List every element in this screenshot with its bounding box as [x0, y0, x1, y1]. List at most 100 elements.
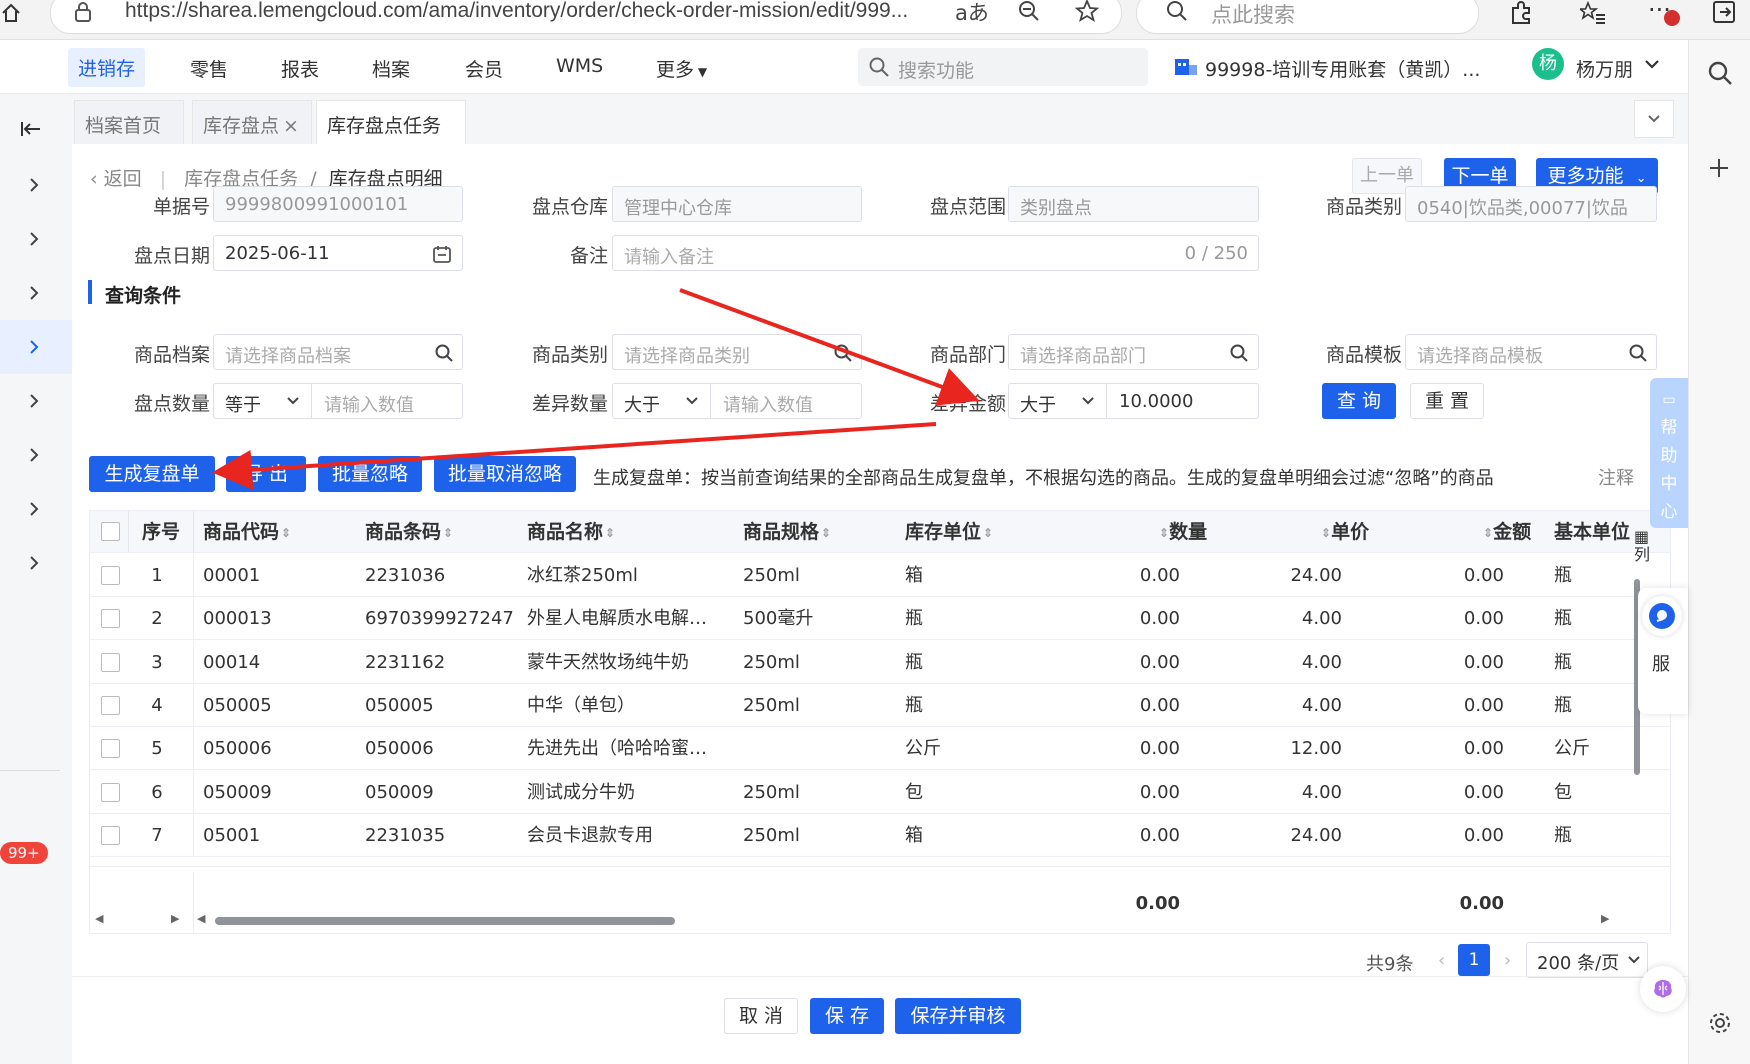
col-header-barcode[interactable]: 商品条码 ⇕ [365, 511, 453, 553]
row-checkbox[interactable] [101, 782, 120, 802]
page-size-select[interactable]: 200 条/页 [1526, 942, 1648, 978]
chevron-down-icon[interactable] [1644, 56, 1660, 72]
settings-gear-icon[interactable] [1707, 1010, 1733, 1036]
sidebar-expand-chevron-icon[interactable] [28, 500, 40, 518]
account-selector[interactable]: 99998-培训专用账套（黄凯）... [1205, 55, 1480, 82]
cancel-button[interactable]: 取 消 [724, 998, 798, 1034]
diff-qty-operator-select[interactable]: 大于 [613, 384, 711, 418]
export-button[interactable]: 导 出 [226, 456, 306, 492]
row-checkbox[interactable] [101, 825, 120, 845]
product-category-select[interactable]: 请选择商品类别 [612, 334, 862, 370]
search-icon[interactable] [1707, 60, 1733, 86]
tab-inventory-check-task[interactable]: 库存盘点任务× [316, 100, 466, 160]
table-row[interactable]: 3 00014 2231162 蒙牛天然牧场纯牛奶 250ml 瓶 0.00 4.00 0.00… [90, 640, 1670, 684]
home-icon[interactable] [0, 2, 22, 24]
zoom-out-icon[interactable] [1017, 0, 1041, 23]
favorite-star-icon[interactable] [1075, 0, 1099, 23]
tab-inventory-check[interactable]: 库存盘点 × [192, 100, 312, 144]
row-checkbox[interactable] [101, 566, 120, 585]
diff-qty-input[interactable]: 请输入数值 [723, 391, 813, 417]
note-link[interactable]: 注释 [1598, 464, 1634, 490]
browser-search-box[interactable]: 点此搜索 [1136, 0, 1479, 34]
check-qty-input[interactable]: 请输入数值 [324, 391, 414, 417]
table-row[interactable]: 1 00001 2231036 冰红茶250ml 250ml 箱 0.00 24.00 0.00… [90, 554, 1670, 597]
user-name[interactable]: 杨万朋 [1576, 55, 1633, 82]
table-row[interactable]: 4 050005 050005 中华（单包） 250ml 瓶 0.00 4.00 0.00 瓶 [90, 683, 1670, 727]
back-link[interactable]: ‹ 返回 [90, 168, 142, 190]
product-dept-select[interactable]: 请选择商品部门 [1008, 334, 1259, 370]
nav-item-reports[interactable]: 报表 [281, 55, 319, 82]
scrollbar-thumb[interactable] [215, 917, 675, 925]
tab-archive-home[interactable]: 档案首页× [74, 100, 184, 160]
scroll-left-icon[interactable]: ◀ [95, 912, 103, 925]
product-archive-select[interactable]: 请选择商品档案 [213, 334, 463, 370]
scroll-right-icon[interactable]: ▶ [171, 912, 179, 925]
page-number-active[interactable]: 1 [1458, 944, 1490, 976]
check-qty-operator-select[interactable]: 等于 [214, 384, 312, 418]
query-button[interactable]: 查 询 [1322, 383, 1396, 419]
row-checkbox[interactable] [101, 652, 120, 672]
collapse-sidebar-icon[interactable] [20, 120, 42, 138]
avatar[interactable]: 杨 [1532, 48, 1564, 80]
save-button[interactable]: 保 存 [810, 998, 884, 1034]
horizontal-scrollbar[interactable]: ◀ ▶ ◀ ▶ [89, 912, 1671, 930]
product-template-select[interactable]: 请选择商品模板 [1405, 334, 1657, 370]
extensions-icon[interactable] [1508, 0, 1534, 26]
col-header-spec[interactable]: 商品规格 ⇕ [743, 511, 831, 553]
tabs-dropdown-button[interactable] [1634, 100, 1674, 138]
row-checkbox[interactable] [101, 695, 120, 715]
notification-badge[interactable]: 99+ [0, 842, 48, 864]
sidebar-item-active[interactable] [0, 320, 72, 374]
batch-unignore-button[interactable]: 批量取消忽略 [434, 456, 576, 492]
close-icon[interactable]: × [283, 115, 299, 137]
table-row[interactable]: 6 050009 050009 测试成分牛奶 250ml 包 0.00 4.00 0.00 包 [90, 770, 1670, 814]
nav-item-archive[interactable]: 档案 [372, 55, 410, 82]
nav-item-inventory[interactable]: 进销存 [68, 48, 146, 87]
col-header-name[interactable]: 商品名称 ⇕ [527, 511, 615, 553]
scroll-right-icon[interactable]: ▶ [1601, 912, 1609, 925]
row-checkbox[interactable] [101, 609, 120, 629]
sidebar-expand-chevron-icon[interactable] [28, 392, 40, 410]
row-checkbox[interactable] [101, 739, 120, 759]
table-row[interactable]: 2 000013 6970399927247 外星人电解质水电解… 500毫升 瓶 0.00… [90, 597, 1670, 641]
prev-page-icon[interactable]: ‹ [1438, 950, 1445, 971]
select-all-checkbox[interactable] [101, 522, 120, 541]
address-bar[interactable]: https://sharea.lemengcloud.com/ama/inven… [50, 0, 1122, 34]
col-header-amount[interactable]: ⇕金额 [1481, 511, 1531, 553]
table-row[interactable]: 7 05001 2231035 会员卡退款专用 250ml 箱 0.00 24.00 0.00 瓶 [90, 813, 1670, 857]
sidebar-expand-chevron-icon[interactable] [28, 230, 40, 248]
table-row[interactable]: 5 050006 050006 先进先出（哈哈哈蜜… 公斤 0.00 12.00 0.00 公斤 [90, 727, 1670, 771]
nav-item-wms[interactable]: WMS [556, 55, 603, 77]
col-header-price[interactable]: ⇕单价 [1319, 511, 1369, 553]
date-picker[interactable]: 2025-06-11 [213, 235, 463, 271]
diff-amount-input[interactable]: 10.0000 [1119, 391, 1193, 412]
next-page-icon[interactable]: › [1504, 950, 1511, 971]
remark-input[interactable]: 请输入备注 0 / 250 [612, 235, 1259, 271]
sidebar-expand-chevron-icon[interactable] [28, 284, 40, 302]
sidebar-expand-chevron-icon[interactable] [28, 176, 40, 194]
sidebar-expand-chevron-icon[interactable] [28, 554, 40, 572]
reset-button[interactable]: 重 置 [1410, 383, 1484, 419]
favorites-bar-icon[interactable] [1580, 0, 1606, 26]
scroll-left-icon[interactable]: ◀ [197, 912, 205, 925]
add-icon[interactable] [1707, 156, 1731, 180]
col-header-qty[interactable]: ⇕数量 [1157, 511, 1207, 553]
diff-amount-operator-select[interactable]: 大于 [1009, 384, 1107, 418]
service-chat-icon[interactable] [1642, 596, 1682, 636]
batch-ignore-button[interactable]: 批量忽略 [318, 456, 422, 492]
nav-item-more[interactable]: 更多 ▼ [656, 55, 707, 82]
help-center-tab[interactable]: ▭ 帮 助 中 心 [1650, 378, 1688, 528]
nav-item-retail[interactable]: 零售 [190, 55, 228, 82]
column-settings-button[interactable]: ▦ 列 [1634, 528, 1650, 564]
function-search-input[interactable]: 搜索功能 [858, 48, 1148, 86]
sidebar-toggle-icon[interactable] [1712, 0, 1736, 24]
save-and-audit-button[interactable]: 保存并审核 [895, 998, 1021, 1034]
col-header-stock-unit[interactable]: 库存单位 ⇕ [905, 511, 993, 553]
col-header-code[interactable]: 商品代码 ⇕ [203, 511, 291, 553]
nav-item-member[interactable]: 会员 [465, 55, 503, 82]
customer-service-panel[interactable]: 服 [1638, 588, 1688, 714]
sidebar-expand-chevron-icon[interactable] [28, 446, 40, 464]
generate-recheck-button[interactable]: 生成复盘单 [89, 456, 215, 492]
ai-assistant-button[interactable] [1640, 966, 1686, 1012]
read-aloud-icon[interactable]: aあ [955, 0, 989, 27]
